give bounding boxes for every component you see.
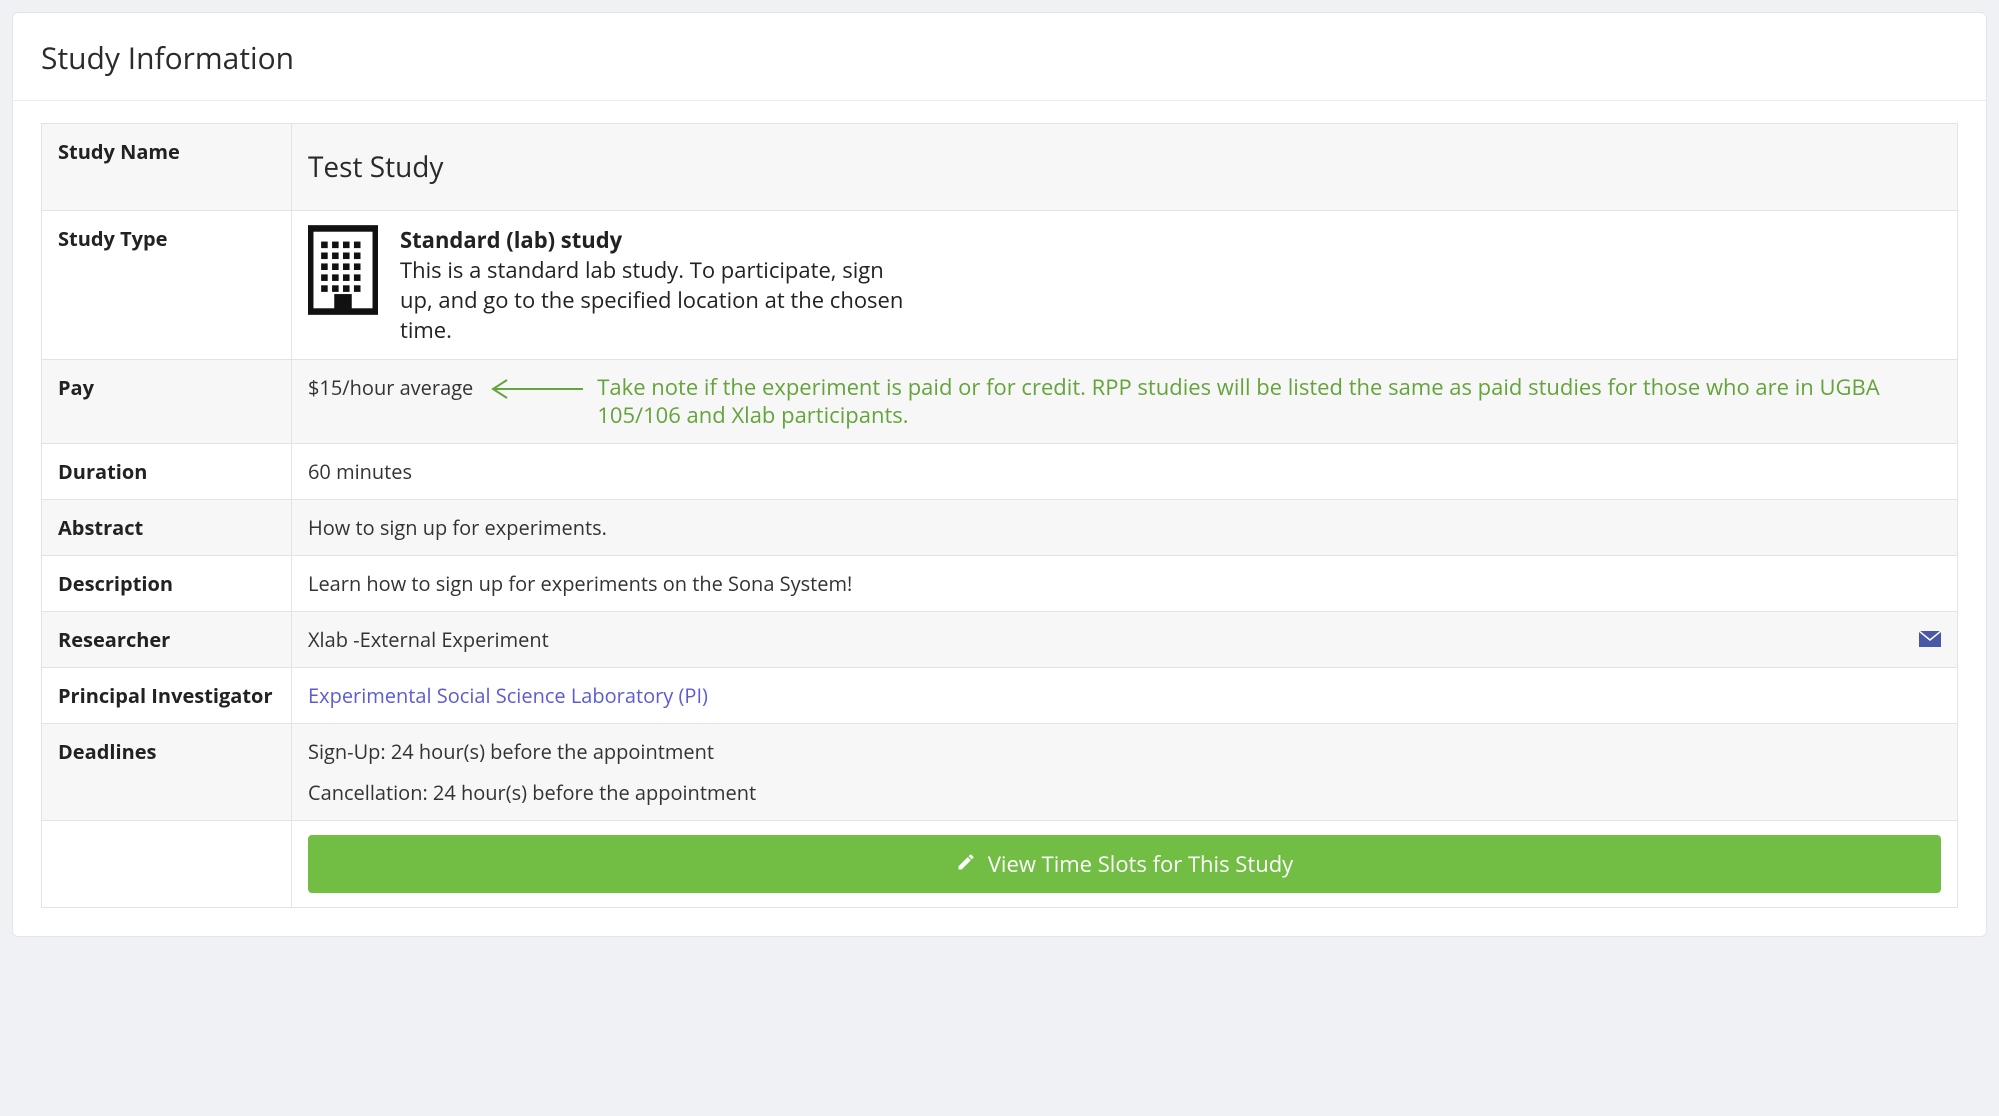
mail-icon[interactable] xyxy=(1919,626,1941,653)
label-duration: Duration xyxy=(42,444,292,500)
view-time-slots-label: View Time Slots for This Study xyxy=(988,849,1293,879)
label-abstract: Abstract xyxy=(42,500,292,556)
description-value: Learn how to sign up for experiments on … xyxy=(292,556,1958,612)
row-pay: Pay $15/hour average Take xyxy=(42,360,1958,444)
study-type-title: Standard (lab) study xyxy=(400,225,1941,255)
row-principal-investigator: Principal Investigator Experimental Soci… xyxy=(42,668,1958,724)
label-study-type: Study Type xyxy=(42,211,292,360)
row-deadlines: Deadlines Sign-Up: 24 hour(s) before the… xyxy=(42,724,1958,821)
label-deadlines: Deadlines xyxy=(42,724,292,821)
study-type-description: This is a standard lab study. To partici… xyxy=(400,255,920,345)
row-study-type: Study Type xyxy=(42,211,1958,360)
row-description: Description Learn how to sign up for exp… xyxy=(42,556,1958,612)
row-researcher: Researcher Xlab -External Experiment xyxy=(42,612,1958,668)
label-researcher: Researcher xyxy=(42,612,292,668)
label-principal-investigator: Principal Investigator xyxy=(42,668,292,724)
researcher-value: Xlab -External Experiment xyxy=(308,626,549,653)
study-information-card: Study Information Study Name Test Study … xyxy=(12,12,1987,937)
principal-investigator-link[interactable]: Experimental Social Science Laboratory (… xyxy=(308,682,708,709)
deadline-signup: Sign-Up: 24 hour(s) before the appointme… xyxy=(308,738,1941,765)
annotation-arrow-icon xyxy=(485,378,585,406)
edit-icon xyxy=(956,849,976,879)
panel-title: Study Information xyxy=(13,13,1986,101)
pay-value: $15/hour average xyxy=(308,374,473,401)
duration-value: 60 minutes xyxy=(292,444,1958,500)
deadline-cancellation: Cancellation: 24 hour(s) before the appo… xyxy=(308,779,1941,806)
building-icon xyxy=(308,225,378,315)
label-description: Description xyxy=(42,556,292,612)
row-abstract: Abstract How to sign up for experiments. xyxy=(42,500,1958,556)
study-info-table: Study Name Test Study Study Type xyxy=(41,123,1958,908)
abstract-value: How to sign up for experiments. xyxy=(292,500,1958,556)
row-duration: Duration 60 minutes xyxy=(42,444,1958,500)
study-name-value: Test Study xyxy=(308,138,1941,196)
pay-annotation: Take note if the experiment is paid or f… xyxy=(597,374,1941,429)
label-actions-empty xyxy=(42,821,292,908)
label-study-name: Study Name xyxy=(42,124,292,211)
label-pay: Pay xyxy=(42,360,292,444)
row-study-name: Study Name Test Study xyxy=(42,124,1958,211)
row-actions: View Time Slots for This Study xyxy=(42,821,1958,908)
view-time-slots-button[interactable]: View Time Slots for This Study xyxy=(308,835,1941,893)
